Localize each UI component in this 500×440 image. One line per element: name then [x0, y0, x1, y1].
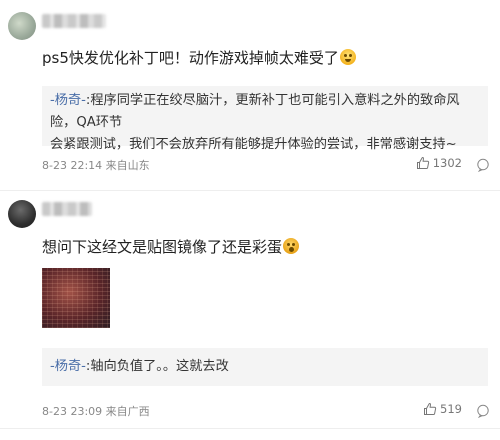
- divider: [0, 428, 500, 429]
- username-blurred[interactable]: [42, 14, 106, 28]
- comment-bubble-icon[interactable]: [476, 157, 490, 173]
- like-count: 1302: [432, 156, 462, 170]
- reply-line: -杨奇-:程序同学正在绞尽脑汁，更新补丁也可能引入意料之外的致命风险，QA环节: [50, 90, 480, 134]
- like-button[interactable]: 1302: [416, 156, 462, 170]
- reply-box[interactable]: -杨奇-:程序同学正在绞尽脑汁，更新补丁也可能引入意料之外的致命风险，QA环节 …: [42, 86, 488, 152]
- thumbs-up-icon: [423, 402, 437, 416]
- comment-text: 想问下这经文是贴图镜像了还是彩蛋: [42, 236, 300, 258]
- reply-text: :轴向负值了。。这就去改: [85, 359, 229, 374]
- comment-item: ps5快发优化补丁吧！动作游戏掉帧太难受了 -杨奇-:程序同学正在绞尽脑汁，更新…: [0, 0, 500, 191]
- emoji-icon: [283, 238, 300, 254]
- avatar[interactable]: [8, 12, 36, 40]
- username-blurred[interactable]: [42, 202, 92, 216]
- comment-text: ps5快发优化补丁吧！动作游戏掉帧太难受了: [42, 47, 488, 69]
- comment-meta: 8-23 22:14 来自山东: [42, 159, 150, 172]
- reply-box[interactable]: -杨奇-:轴向负值了。。这就去改: [42, 348, 488, 386]
- reply-text-line2: 会紧跟测试，我们不会放弃所有能够提升体验的尝试，非常感谢支持~: [50, 137, 457, 152]
- reply-author[interactable]: -杨奇-: [50, 93, 86, 108]
- reply-author[interactable]: -杨奇-: [50, 356, 86, 378]
- comment-image[interactable]: [42, 268, 110, 328]
- comment-meta: 8-23 23:09 来自广西: [42, 405, 150, 418]
- comment-bubble-icon[interactable]: [476, 403, 490, 419]
- like-count: 519: [440, 402, 462, 416]
- thumbs-up-icon: [416, 156, 430, 170]
- emoji-icon: [339, 49, 356, 65]
- like-button[interactable]: 519: [423, 402, 462, 416]
- avatar[interactable]: [8, 200, 36, 228]
- reply-text: :程序同学正在绞尽脑汁，更新补丁也可能引入意料之外的致命风险，QA环节: [50, 93, 460, 130]
